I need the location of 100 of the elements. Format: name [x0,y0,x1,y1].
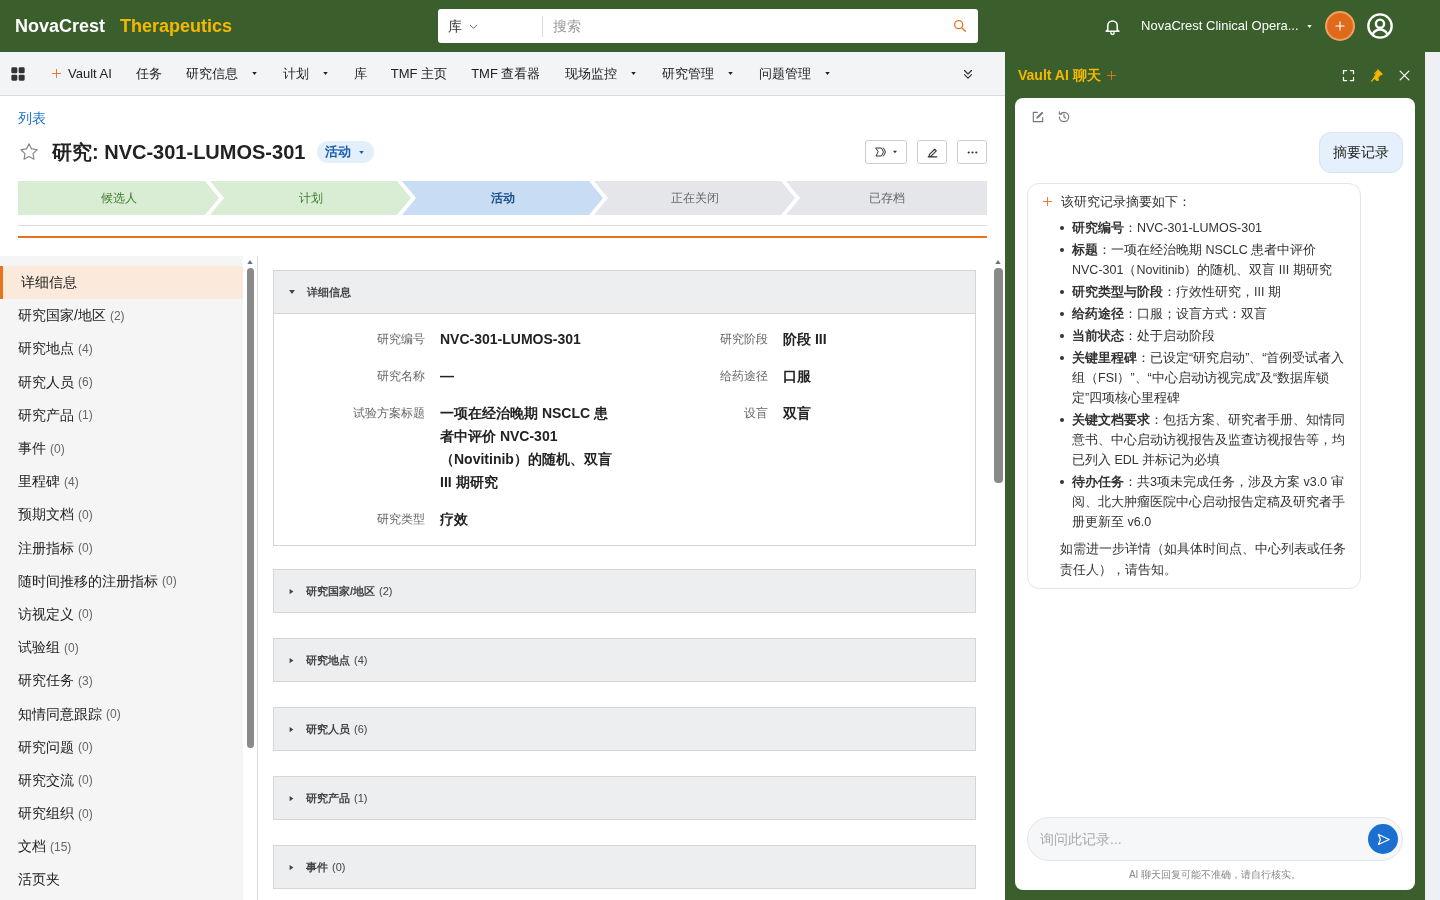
section-header[interactable]: 详细信息 [274,271,975,313]
item-count: (15) [50,838,72,856]
field-label: 研究类型 [376,511,425,528]
sidebar-item[interactable]: 研究产品 (1) [0,398,243,432]
scrollbar[interactable] [243,256,257,900]
section-header[interactable]: 事件 (0) [274,846,975,888]
stage-step[interactable]: 正在关闭 [594,181,795,215]
bullet-icon [1060,289,1064,294]
item-count: (0) [78,772,93,790]
nav-tab[interactable]: 问题管理 [747,51,843,96]
scroll-up-icon[interactable] [246,258,254,266]
sidebar-item[interactable]: 研究人员 (6) [0,365,243,399]
record-title: 研究: NVC-301-LUMOS-301 [52,140,306,165]
stage-step[interactable]: 候选人 [18,181,219,215]
sidebar-item[interactable]: 研究组织 (0) [0,797,243,831]
section-title: 研究国家/地区 [306,583,376,599]
section-header[interactable]: 研究产品 (1) [274,777,975,819]
sidebar-item[interactable]: 试验组 (0) [0,631,243,665]
scroll-thumb[interactable] [246,268,254,748]
edit-button[interactable] [917,140,947,164]
sidebar-item[interactable]: 随时间推移的注册指标 (0) [0,564,243,598]
scroll-thumb[interactable] [993,268,1003,483]
sidebar-item[interactable]: 详细信息 [0,266,243,300]
status-dropdown[interactable]: 活动 [317,141,375,163]
send-icon [1375,831,1391,847]
sidebar-item[interactable]: 文档 (15) [0,830,243,864]
reply-point: 待办任务：共3项未完成任务，涉及方案 v3.0 审阅、北大肿瘤医院中心启动报告定稿及研究者手册更新至 v6.0 [1072,473,1346,531]
user-avatar-icon[interactable] [1365,12,1394,40]
reply-point: 研究编号：NVC-301-LUMOS-301 [1072,219,1263,237]
sidebar-item[interactable]: 事件 (0) [0,431,243,466]
stage-step[interactable]: 活动 [402,181,603,215]
sidebar-item[interactable]: 访视定义 (0) [0,597,243,632]
bullet-icon [1060,417,1064,422]
field-label: 研究名称 [376,368,425,385]
reply-intro: 该研究记录摘要如下： [1061,193,1191,211]
item-count: (0) [78,805,93,823]
chat-input-field[interactable]: 询问此记录... [1040,828,1368,850]
sidebar-item[interactable]: 预期文档 (0) [0,498,243,532]
reply-point: 研究类型与阶段：疗效性研究，III 期 [1072,283,1281,301]
section-title: 详细信息 [307,284,351,300]
breadcrumb-link[interactable]: 列表 [18,108,987,129]
nav-tab[interactable]: 研究信息 [174,51,270,96]
section-header[interactable]: 研究人员 (6) [274,708,975,750]
search-field[interactable]: 搜索 [543,15,953,37]
field-value: 一项在经治晚期 NSCLC 患者中评价 NVC-301（Novitinib）的随机、双盲 III 期研究 [440,404,613,492]
reply-point: 给药途径：口服；设盲方式：双盲 [1072,305,1267,323]
nav-tab[interactable]: Vault AI [40,51,123,96]
section-header[interactable]: 研究地点 (4) [274,639,975,681]
workflow-button[interactable] [865,140,907,164]
nav-tab[interactable]: 研究管理 [650,51,746,96]
sidebar-item[interactable]: 研究交流 (0) [0,763,243,797]
section-count: (0) [332,859,346,875]
section-count: (4) [354,652,368,668]
item-count: (0) [50,440,65,458]
add-button[interactable] [1324,11,1355,41]
scroll-up-icon[interactable] [994,258,1002,266]
pin-icon[interactable] [1369,67,1384,83]
new-chat-icon[interactable] [1031,110,1045,124]
chat-input[interactable]: 询问此记录... [1027,817,1403,861]
caret-right-icon [287,586,296,596]
star-icon[interactable] [18,141,40,163]
reply-point: 标题：一项在经治晚期 NSCLC 患者中评价 NVC-301（Novitinib）的随机、双盲 III 期研究 [1072,241,1333,279]
field-label: 给药途径 [719,368,768,385]
reply-outro: 如需进一步详情（如具体时间点、中心列表或任务责任人），请告知。 [1059,539,1346,579]
sidebar-item[interactable]: 研究任务 (3) [0,664,243,698]
reply-point: 关键里程碑：已设定“研究启动”、“首例受试者入组（FSI）”、“中心启动访视完成”及“数据库锁定”四项核心里程碑 [1072,349,1346,407]
app-grid-icon[interactable] [10,65,26,82]
item-count: (4) [78,340,93,358]
section-title: 研究产品 [306,790,350,806]
sidebar-item[interactable]: 研究国家/地区 (2) [0,299,243,333]
sidebar-item[interactable]: 注册指标 (0) [0,531,243,565]
field-value: 双盲 [783,404,812,423]
nav-tab[interactable]: 库 [342,51,378,96]
bullet-icon [1060,355,1064,360]
sidebar-item[interactable]: 知情同意跟踪 (0) [0,697,243,731]
field-value: — [440,367,455,386]
scope-dropdown[interactable]: 库 [438,15,544,37]
stage-step[interactable]: 计划 [210,181,411,215]
section-title: 研究人员 [306,721,350,737]
expand-icon[interactable] [1341,67,1356,83]
stage-step[interactable]: 已存档 [786,181,987,215]
nav-tab[interactable]: TMF 主页 [379,51,459,96]
nav-tab[interactable]: TMF 查看器 [460,51,552,96]
nav-tab[interactable]: 计划 [271,51,341,96]
search-bar[interactable]: 库 搜索 [438,9,979,43]
section-count: (1) [354,790,368,806]
section-header[interactable]: 研究国家/地区 (2) [274,570,975,612]
nav-tab[interactable]: 任务 [124,51,173,96]
item-count: (3) [78,672,93,690]
sidebar-item[interactable]: 研究地点 (4) [0,332,243,366]
history-icon[interactable] [1057,110,1071,124]
sidebar-item[interactable]: 活页夹 [0,863,243,897]
nav-tab[interactable]: 现场监控 [553,51,649,96]
sidebar-item[interactable]: 研究问题 (0) [0,730,243,764]
search-icon[interactable] [952,18,969,34]
sidebar-item[interactable]: 里程碑 (4) [0,465,243,499]
send-button[interactable] [1368,824,1398,854]
bullet-icon [1060,479,1064,484]
bullet-icon [1060,311,1064,316]
user-menu[interactable]: NovaCrest Clinical Opera... [1141,16,1314,36]
